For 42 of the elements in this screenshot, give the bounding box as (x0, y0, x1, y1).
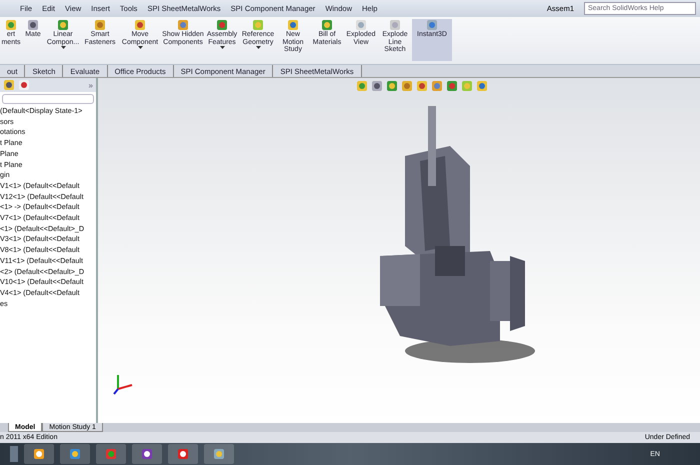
tool-icon (287, 19, 299, 31)
tool-icon (94, 19, 106, 31)
tool-icon (426, 19, 438, 31)
view-tool-icon (356, 80, 368, 92)
taskbar-button[interactable] (168, 444, 198, 464)
tool-icon (57, 19, 69, 31)
tool-icon (216, 19, 228, 31)
caret-icon (256, 46, 260, 50)
tool-icon (389, 19, 401, 31)
view-tool-icon (416, 80, 428, 92)
caret-icon (138, 46, 142, 50)
tool-icon (134, 19, 146, 31)
view-tool-icon (401, 80, 413, 92)
axis-triad-icon (112, 373, 134, 395)
app-icon (213, 448, 225, 460)
filter-field[interactable] (2, 94, 94, 104)
view-tool-icon (386, 80, 398, 92)
app-icon (177, 448, 189, 460)
pie-chart-icon (18, 79, 30, 91)
tool-icon (27, 19, 39, 31)
view-tool-icon (446, 80, 458, 92)
tree-icon (3, 79, 15, 91)
taskbar-button[interactable] (24, 444, 54, 464)
taskbar-button[interactable] (60, 444, 90, 464)
taskbar-button[interactable] (132, 444, 162, 464)
app-icon (69, 448, 81, 460)
view-tool-icon (371, 80, 383, 92)
tool-icon (5, 19, 17, 31)
view-tool-icon (461, 80, 473, 92)
tool-icon (177, 19, 189, 31)
caret-icon (60, 46, 66, 50)
app-icon (33, 448, 45, 460)
app-icon (141, 448, 153, 460)
tool-icon (252, 19, 264, 31)
view-tool-icon (476, 80, 488, 92)
app-icon (105, 448, 117, 460)
taskbar-button[interactable] (204, 444, 234, 464)
view-tool-icon (431, 80, 443, 92)
panel-toggle[interactable]: » (88, 80, 93, 90)
caret-icon (220, 46, 224, 50)
tool-icon (321, 19, 333, 31)
tool-icon (355, 19, 367, 31)
